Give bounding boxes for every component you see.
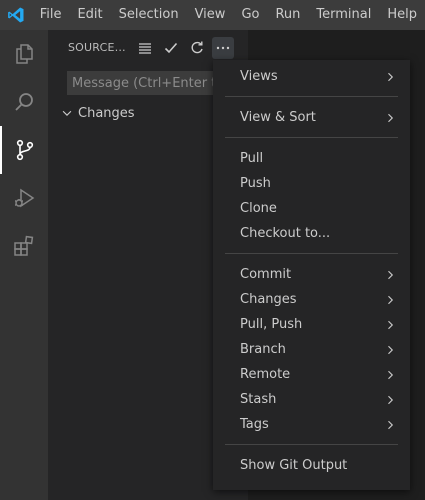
more-actions-context-menu: Views View & Sort Pull Push Clone Checkout to…: [213, 60, 410, 490]
more-actions-icon: [216, 46, 230, 49]
menu-item-push[interactable]: Push: [213, 171, 410, 196]
menu-item-label: View & Sort: [240, 110, 316, 125]
changes-section-header[interactable]: Changes: [60, 102, 135, 124]
panel-title: SOURCE CONTROL: [68, 41, 128, 54]
chevron-right-icon: [384, 64, 396, 89]
activity-bar: [0, 30, 48, 500]
commit-button[interactable]: [160, 37, 182, 59]
chevron-right-icon: [384, 362, 396, 387]
extensions-activity-button[interactable]: [0, 222, 48, 270]
chevron-right-icon: [384, 337, 396, 362]
menu-item-views[interactable]: Views: [213, 64, 410, 89]
menu-item-tags[interactable]: Tags: [213, 412, 410, 437]
chevron-down-icon: [62, 110, 72, 116]
menu-item-label: Stash: [240, 392, 277, 407]
menu-run[interactable]: Run: [267, 0, 308, 30]
chevron-right-icon: [384, 387, 396, 412]
chevron-right-icon: [384, 312, 396, 337]
menu-item-label: Pull, Push: [240, 317, 303, 332]
menu-terminal[interactable]: Terminal: [308, 0, 379, 30]
menu-item-label: Clone: [240, 201, 277, 216]
menu-item-remote[interactable]: Remote: [213, 362, 410, 387]
menu-item-show-git-output[interactable]: Show Git Output: [213, 453, 410, 478]
menu-separator: [225, 96, 398, 97]
menu-item-checkout-to[interactable]: Checkout to...: [213, 221, 410, 246]
menu-item-label: Changes: [240, 292, 297, 307]
menu-item-label: Tags: [240, 417, 269, 432]
source-control-activity-button[interactable]: [0, 126, 48, 174]
menu-item-changes[interactable]: Changes: [213, 287, 410, 312]
vscode-logo-icon: [0, 0, 32, 30]
menu-item-clone[interactable]: Clone: [213, 196, 410, 221]
menu-item-label: Pull: [240, 151, 264, 166]
menu-item-label: Show Git Output: [240, 458, 348, 473]
menu-item-label: Commit: [240, 267, 292, 282]
refresh-button[interactable]: [186, 37, 208, 59]
menu-item-branch[interactable]: Branch: [213, 337, 410, 362]
chevron-right-icon: [384, 262, 396, 287]
view-as-list-icon: [139, 42, 151, 54]
menu-file[interactable]: File: [32, 0, 70, 30]
explorer-activity-button[interactable]: [0, 30, 48, 78]
view-as-list-button[interactable]: [134, 37, 156, 59]
title-bar: File Edit Selection View Go Run Terminal Help: [0, 0, 425, 30]
more-actions-button[interactable]: [212, 36, 234, 59]
menu-selection[interactable]: Selection: [111, 0, 187, 30]
chevron-right-icon: [384, 287, 396, 312]
menu-view[interactable]: View: [187, 0, 234, 30]
menu-item-label: Checkout to...: [240, 226, 331, 241]
menu-help[interactable]: Help: [379, 0, 425, 30]
menu-separator: [225, 137, 398, 138]
files-icon: [16, 44, 33, 64]
changes-label: Changes: [78, 105, 135, 121]
menu-separator: [225, 444, 398, 445]
run-debug-icon: [15, 188, 35, 208]
source-control-icon: [16, 139, 34, 161]
menu-item-view-sort[interactable]: View & Sort: [213, 105, 410, 130]
menu-item-label: Push: [240, 176, 271, 191]
commit-check-icon: [164, 42, 178, 53]
menu-item-pull-push[interactable]: Pull, Push: [213, 312, 410, 337]
menu-item-stash[interactable]: Stash: [213, 387, 410, 412]
menu-item-commit[interactable]: Commit: [213, 262, 410, 287]
extensions-icon: [14, 235, 34, 256]
menu-item-pull[interactable]: Pull: [213, 146, 410, 171]
menu-go[interactable]: Go: [233, 0, 267, 30]
menu-separator: [225, 253, 398, 254]
run-debug-activity-button[interactable]: [0, 174, 48, 222]
menu-item-label: Branch: [240, 342, 286, 357]
search-activity-button[interactable]: [0, 78, 48, 126]
panel-actions: [134, 36, 238, 59]
search-icon: [15, 93, 33, 111]
menu-edit[interactable]: Edit: [69, 0, 110, 30]
refresh-icon: [191, 41, 203, 53]
menu-item-label: Views: [240, 69, 278, 84]
chevron-right-icon: [384, 105, 396, 130]
chevron-right-icon: [384, 412, 396, 437]
menu-bar: File Edit Selection View Go Run Terminal Help: [32, 0, 425, 30]
menu-item-label: Remote: [240, 367, 291, 382]
